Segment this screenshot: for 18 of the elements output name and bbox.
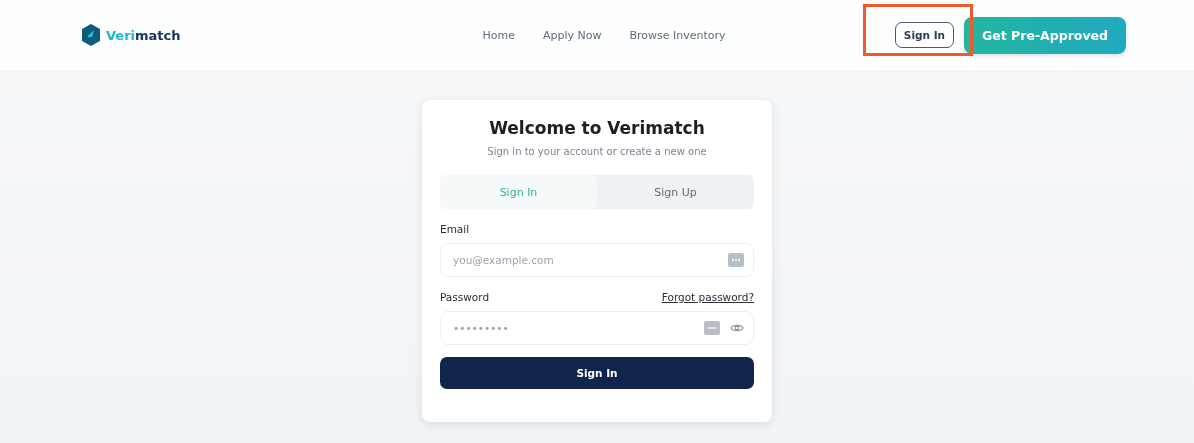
forgot-password-link[interactable]: Forgot password? (661, 291, 754, 303)
field-label: Email (440, 223, 470, 235)
nav-link[interactable]: Home (482, 28, 515, 42)
tab[interactable]: Sign Up (597, 175, 754, 209)
password-field[interactable]: ••••••••• (440, 311, 754, 345)
nav-link[interactable]: Apply Now (542, 28, 602, 42)
sign-in-button[interactable]: Sign In (894, 22, 955, 48)
card-subtitle: Sign in to your account or create a new one (486, 146, 708, 157)
eye-icon[interactable] (730, 323, 744, 333)
card-title: Welcome to Verimatch (488, 118, 706, 138)
email-field[interactable]: you@example.com (440, 243, 754, 277)
nav-link[interactable]: Browse Inventory (629, 28, 726, 42)
password-manager-icon[interactable] (704, 321, 720, 335)
field-label: Password (440, 291, 490, 303)
logo-icon (82, 24, 100, 46)
logo-text: Verimatch (106, 27, 181, 43)
password-manager-icon[interactable] (728, 253, 744, 267)
submit-button[interactable]: Sign In (440, 357, 754, 389)
